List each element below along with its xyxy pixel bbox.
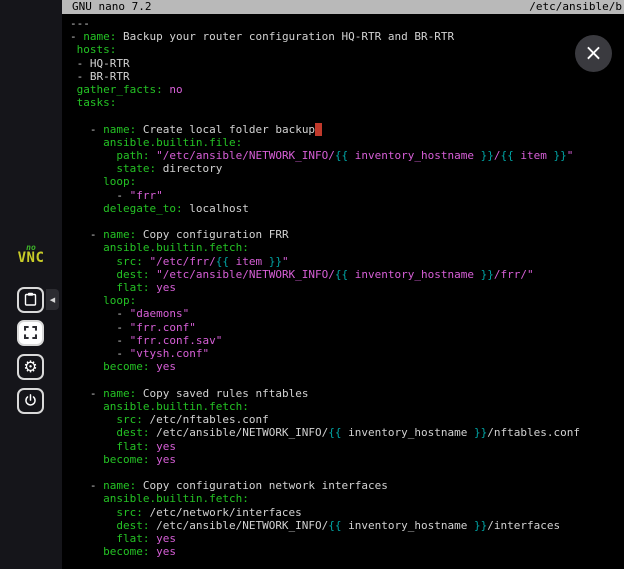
terminal-line: - BR-RTR (70, 70, 624, 83)
chevron-left-icon: ◀ (50, 296, 55, 304)
terminal-line: src: /etc/nftables.conf (70, 413, 624, 426)
terminal-line: - "frr.conf" (70, 321, 624, 334)
terminal-line: ansible.builtin.fetch: (70, 400, 624, 413)
vnc-sidebar: no VNC ⚙ ◀ (0, 0, 62, 569)
terminal-line (70, 466, 624, 479)
terminal-line: loop: (70, 294, 624, 307)
terminal-line: - name: Backup your router configuration… (70, 30, 624, 43)
terminal-line: - name: Copy saved rules nftables (70, 387, 624, 400)
terminal-line: dest: "/etc/ansible/NETWORK_INFO/{{ inve… (70, 268, 624, 281)
power-button[interactable] (17, 388, 44, 414)
terminal-line: ansible.builtin.file: (70, 136, 624, 149)
nano-titlebar: GNU nano 7.2 /etc/ansible/b (62, 0, 624, 14)
terminal-line: become: yes (70, 545, 624, 558)
novnc-logo-text: VNC (0, 253, 62, 264)
fullscreen-icon (24, 324, 37, 343)
terminal-line: - name: Copy configuration network inter… (70, 479, 624, 492)
terminal-line: src: "/etc/frr/{{ item }}" (70, 255, 624, 268)
clipboard-button[interactable] (17, 287, 44, 313)
nano-filename: /etc/ansible/b (529, 0, 622, 14)
terminal-line (70, 215, 624, 228)
close-icon: × (584, 43, 602, 65)
terminal-line: - name: Create local folder backup (70, 123, 624, 136)
terminal-line: flat: yes (70, 440, 624, 453)
nano-version: GNU nano 7.2 (72, 0, 151, 14)
terminal-line: - HQ-RTR (70, 57, 624, 70)
terminal-line (70, 373, 624, 386)
close-button[interactable]: × (575, 35, 612, 72)
terminal-line: ansible.builtin.fetch: (70, 492, 624, 505)
terminal-line: delegate_to: localhost (70, 202, 624, 215)
settings-button[interactable]: ⚙ (17, 354, 44, 380)
terminal-content[interactable]: ---- name: Backup your router configurat… (62, 14, 624, 558)
terminal-line: gather_facts: no (70, 83, 624, 96)
novnc-logo: no VNC (0, 242, 62, 264)
gear-icon: ⚙ (23, 359, 37, 375)
terminal-line: dest: /etc/ansible/NETWORK_INFO/{{ inven… (70, 426, 624, 439)
terminal-line: flat: yes (70, 532, 624, 545)
terminal-line (70, 109, 624, 122)
terminal-line: src: /etc/network/interfaces (70, 506, 624, 519)
terminal-line: - "vtysh.conf" (70, 347, 624, 360)
terminal-line: flat: yes (70, 281, 624, 294)
power-icon (24, 392, 37, 411)
terminal-line: dest: /etc/ansible/NETWORK_INFO/{{ inven… (70, 519, 624, 532)
terminal-line: tasks: (70, 96, 624, 109)
terminal-line: loop: (70, 175, 624, 188)
terminal-line: --- (70, 17, 624, 30)
terminal-line: - name: Copy configuration FRR (70, 228, 624, 241)
terminal-line: become: yes (70, 453, 624, 466)
terminal-line: - "daemons" (70, 307, 624, 320)
terminal-line: - "frr.conf.sav" (70, 334, 624, 347)
clipboard-icon (24, 291, 37, 310)
sidebar-collapse-handle[interactable]: ◀ (46, 289, 59, 310)
terminal-line: hosts: (70, 43, 624, 56)
terminal-line: become: yes (70, 360, 624, 373)
fullscreen-button[interactable] (17, 320, 44, 346)
terminal-line: path: "/etc/ansible/NETWORK_INFO/{{ inve… (70, 149, 624, 162)
terminal-line: state: directory (70, 162, 624, 175)
terminal-line: ansible.builtin.fetch: (70, 241, 624, 254)
terminal-line: - "frr" (70, 189, 624, 202)
nano-terminal[interactable]: GNU nano 7.2 /etc/ansible/b ---- name: B… (62, 0, 624, 569)
